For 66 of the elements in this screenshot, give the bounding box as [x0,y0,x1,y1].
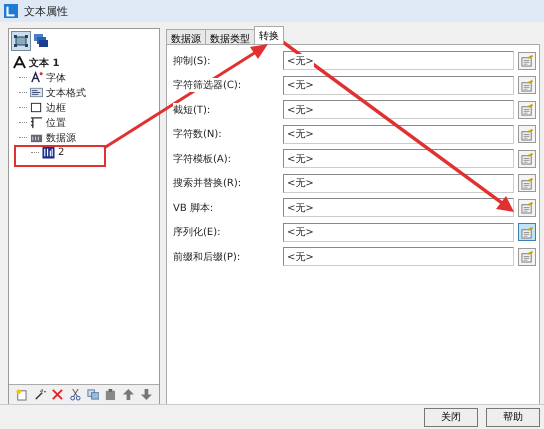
field-label: 抑制(S): [173,54,211,68]
move-up-icon[interactable] [122,388,136,401]
browse-button[interactable] [518,248,536,266]
field-label: VB 脚本: [173,200,214,214]
input-field[interactable]: <无> [283,124,514,144]
tab[interactable]: 数据类型 [205,29,255,44]
wand-icon[interactable] [32,388,46,401]
edit-icon [520,201,534,214]
field-label: 字符数(N): [173,127,222,141]
input-field[interactable]: <无> [283,51,514,70]
edit-icon [520,78,534,92]
edit-icon [520,176,534,190]
tab[interactable]: 转换 [254,26,284,44]
new-item-icon[interactable] [15,388,28,401]
edit-icon [520,152,534,165]
input-field[interactable]: <无> [283,149,514,168]
browse-button[interactable] [518,198,536,216]
edit-icon [520,226,534,238]
browse-button[interactable] [518,174,536,192]
frame-icon[interactable] [12,32,30,50]
move-down-icon[interactable] [140,388,153,401]
browse-button[interactable] [518,150,536,168]
dialog-button[interactable]: 关闭 [424,408,478,426]
field-label: 字符模板(A): [173,152,232,166]
edit-icon [520,128,534,140]
tree-item[interactable]: 数据源 [46,130,76,144]
tree-item[interactable]: 文本格式 [46,86,86,100]
data-icon [42,146,55,159]
position-icon [30,116,43,129]
field-label: 序列化(E): [173,225,220,239]
tab[interactable]: 数据源 [166,29,206,44]
input-field[interactable]: <无> [283,222,514,242]
input-field[interactable]: <无> [283,247,514,266]
edit-icon [520,103,534,116]
text-object-icon [13,56,26,69]
tree-item[interactable]: 位置 [46,116,66,130]
border-icon [30,101,43,114]
input-field[interactable]: <无> [283,76,514,94]
tree-item[interactable]: 字体 [46,70,66,84]
browse-button[interactable] [518,125,536,143]
browse-button[interactable] [518,100,536,118]
edit-icon [520,250,534,263]
text-format-icon [30,86,43,99]
field-label: 截短(T): [173,102,210,116]
dialog-button[interactable]: 帮助 [486,408,540,426]
window-title: 文本属性 [24,4,68,18]
font-icon [30,71,43,84]
browse-button[interactable] [518,52,536,70]
tree-item[interactable]: 边框 [46,100,66,114]
layers-icon[interactable] [32,32,50,50]
cut-icon[interactable] [68,388,82,401]
input-field[interactable]: <无> [283,100,514,119]
copy-icon[interactable] [86,388,100,401]
app-icon [4,4,18,18]
edit-icon [520,54,534,67]
browse-button[interactable] [518,223,536,241]
browse-button[interactable] [518,76,536,94]
field-label: 字符筛选器(C): [173,78,242,92]
tree-item[interactable]: 2 [58,147,64,158]
field-label: 前缀和后缀(P): [173,250,240,264]
tree-item[interactable]: 文本 1 [29,56,60,70]
input-field[interactable]: <无> [283,174,514,192]
field-label: 搜索并替换(R): [173,176,242,190]
input-field[interactable]: <无> [283,198,514,217]
delete-icon[interactable] [50,388,64,401]
paste-icon[interactable] [104,388,118,401]
